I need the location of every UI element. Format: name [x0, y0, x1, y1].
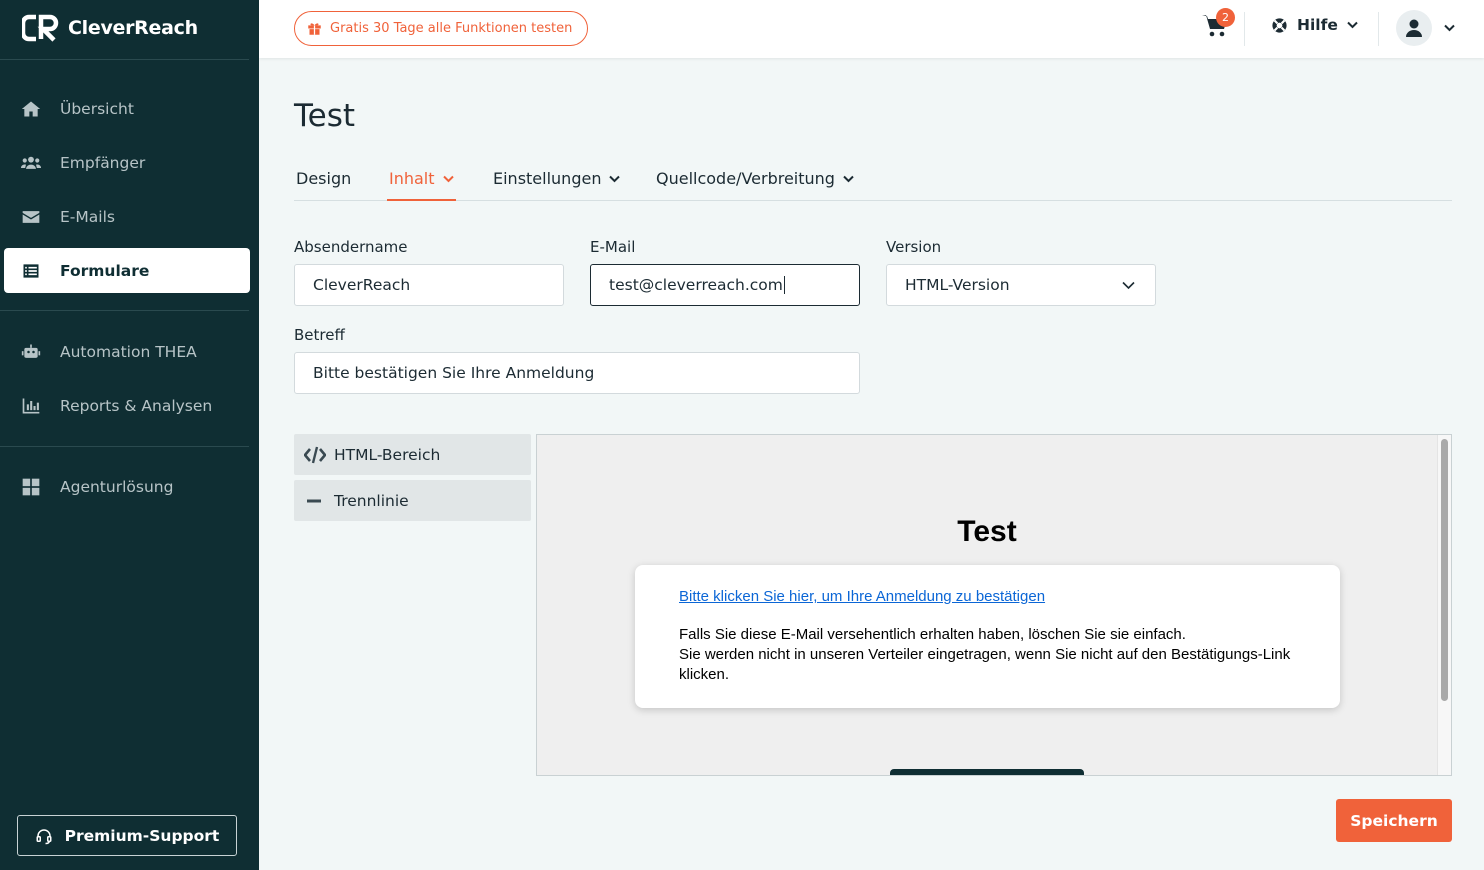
subject-value: Bitte bestätigen Sie Ihre Anmeldung	[313, 364, 595, 382]
premium-support-label: Premium-Support	[64, 826, 220, 845]
block-label: Trennlinie	[334, 491, 409, 510]
code-icon	[304, 446, 326, 463]
sidebar-item-label: Agenturlösung	[60, 477, 174, 496]
preview-text-line: Falls Sie diese E-Mail versehentlich erh…	[679, 626, 1186, 643]
preview-content-card[interactable]: Bitte klicken Sie hier, um Ihre Anmeldun…	[635, 565, 1340, 708]
email-preview[interactable]: Test Bitte klicken Sie hier, um Ihre Anm…	[536, 434, 1452, 776]
sidebar-item-label: E-Mails	[60, 207, 115, 226]
subject-input[interactable]: Bitte bestätigen Sie Ihre Anmeldung	[294, 352, 860, 394]
html-block-button[interactable]: HTML-Bereich	[294, 434, 531, 475]
version-value: HTML-Version	[905, 276, 1010, 294]
grid-icon	[20, 476, 42, 498]
help-menu[interactable]: Hilfe	[1271, 16, 1358, 34]
topbar-separator	[1244, 12, 1245, 46]
sidebar-item-empfaenger[interactable]: Empfänger	[4, 140, 250, 185]
users-icon	[20, 152, 42, 174]
headset-icon	[36, 828, 52, 844]
sidebar-divider	[0, 446, 249, 447]
premium-support-button[interactable]: Premium-Support	[17, 815, 237, 856]
sender-name-label: Absendername	[294, 238, 408, 256]
envelope-icon	[20, 206, 42, 228]
divider-block-button[interactable]: Trennlinie	[294, 480, 531, 521]
text-caret	[783, 276, 785, 294]
tab-label: Design	[296, 169, 352, 188]
preview-title: Test	[957, 515, 1017, 548]
robot-icon	[20, 341, 42, 363]
preview-text-line: Sie werden nicht in unseren Verteiler ei…	[679, 646, 1291, 683]
sidebar-item-label: Übersicht	[60, 99, 134, 118]
help-label: Hilfe	[1297, 16, 1338, 34]
chevron-down-icon	[843, 175, 854, 182]
sidebar: CleverReach Übersicht Empfänger E-Mails …	[0, 0, 259, 870]
sidebar-item-label: Formulare	[60, 261, 150, 280]
gift-icon	[308, 23, 321, 35]
sidebar-item-label: Automation THEA	[60, 342, 197, 361]
preview-scrollbar[interactable]	[1441, 439, 1448, 701]
preview-footer-element	[890, 769, 1084, 775]
chevron-down-icon	[1347, 21, 1358, 29]
sidebar-item-formulare[interactable]: Formulare	[4, 248, 250, 293]
user-icon	[1406, 19, 1422, 37]
sidebar-item-uebersicht[interactable]: Übersicht	[4, 86, 250, 131]
logo[interactable]: CleverReach	[22, 14, 198, 42]
trial-label: Gratis 30 Tage alle Funktionen testen	[330, 21, 573, 36]
user-menu[interactable]	[1396, 10, 1455, 46]
tab-label: Quellcode/Verbreitung	[656, 169, 835, 188]
version-select[interactable]: HTML-Version	[886, 264, 1156, 306]
email-value: test@cleverreach.com	[609, 276, 783, 294]
topbar-separator	[1378, 12, 1379, 46]
tab-quellcode-verbreitung[interactable]: Quellcode/Verbreitung	[656, 169, 854, 188]
list-icon	[20, 260, 42, 282]
tab-label: Einstellungen	[493, 169, 602, 188]
bar-chart-icon	[20, 395, 42, 417]
confirmation-link[interactable]: Bitte klicken Sie hier, um Ihre Anmeldun…	[679, 587, 1296, 607]
chevron-down-icon	[1122, 281, 1135, 290]
sidebar-item-reports[interactable]: Reports & Analysen	[4, 383, 250, 428]
email-input[interactable]: test@cleverreach.com	[590, 264, 860, 306]
chevron-down-icon	[442, 175, 454, 182]
top-bar: Gratis 30 Tage alle Funktionen testen 2 …	[259, 0, 1484, 58]
logo-text: CleverReach	[68, 17, 198, 39]
sidebar-item-label: Reports & Analysen	[60, 396, 213, 415]
tab-design[interactable]: Design	[296, 169, 351, 188]
chevron-down-icon	[1444, 24, 1455, 32]
cleverreach-logo-icon	[22, 14, 59, 42]
trial-button[interactable]: Gratis 30 Tage alle Funktionen testen	[294, 11, 588, 46]
tab-inhalt[interactable]: Inhalt	[387, 169, 456, 201]
page-title: Test	[294, 98, 356, 134]
sender-name-value: CleverReach	[313, 276, 411, 294]
sidebar-item-emails[interactable]: E-Mails	[4, 194, 250, 239]
chevron-down-icon	[609, 175, 621, 182]
tab-einstellungen[interactable]: Einstellungen	[493, 169, 621, 188]
block-label: HTML-Bereich	[334, 445, 441, 464]
save-label: Speichern	[1350, 811, 1438, 830]
tab-label: Inhalt	[389, 169, 435, 188]
sidebar-item-label: Empfänger	[60, 153, 146, 172]
sidebar-item-automation-thea[interactable]: Automation THEA	[4, 329, 250, 374]
cart-button[interactable]: 2	[1202, 8, 1235, 44]
sidebar-item-agenturloesung[interactable]: Agenturlösung	[4, 464, 250, 509]
sender-name-input[interactable]: CleverReach	[294, 264, 564, 306]
sidebar-divider	[0, 310, 249, 311]
avatar	[1396, 10, 1432, 46]
sidebar-divider	[0, 59, 249, 60]
email-label: E-Mail	[590, 238, 636, 256]
save-button[interactable]: Speichern	[1336, 799, 1452, 842]
divider-icon	[307, 499, 321, 502]
home-icon	[20, 98, 42, 120]
tab-bar: Design Inhalt Einstellungen Quellcode/Ve…	[294, 160, 1452, 201]
version-label: Version	[886, 238, 942, 256]
subject-label: Betreff	[294, 326, 345, 344]
cart-count-badge: 2	[1216, 8, 1235, 27]
lifebuoy-icon	[1272, 17, 1287, 33]
